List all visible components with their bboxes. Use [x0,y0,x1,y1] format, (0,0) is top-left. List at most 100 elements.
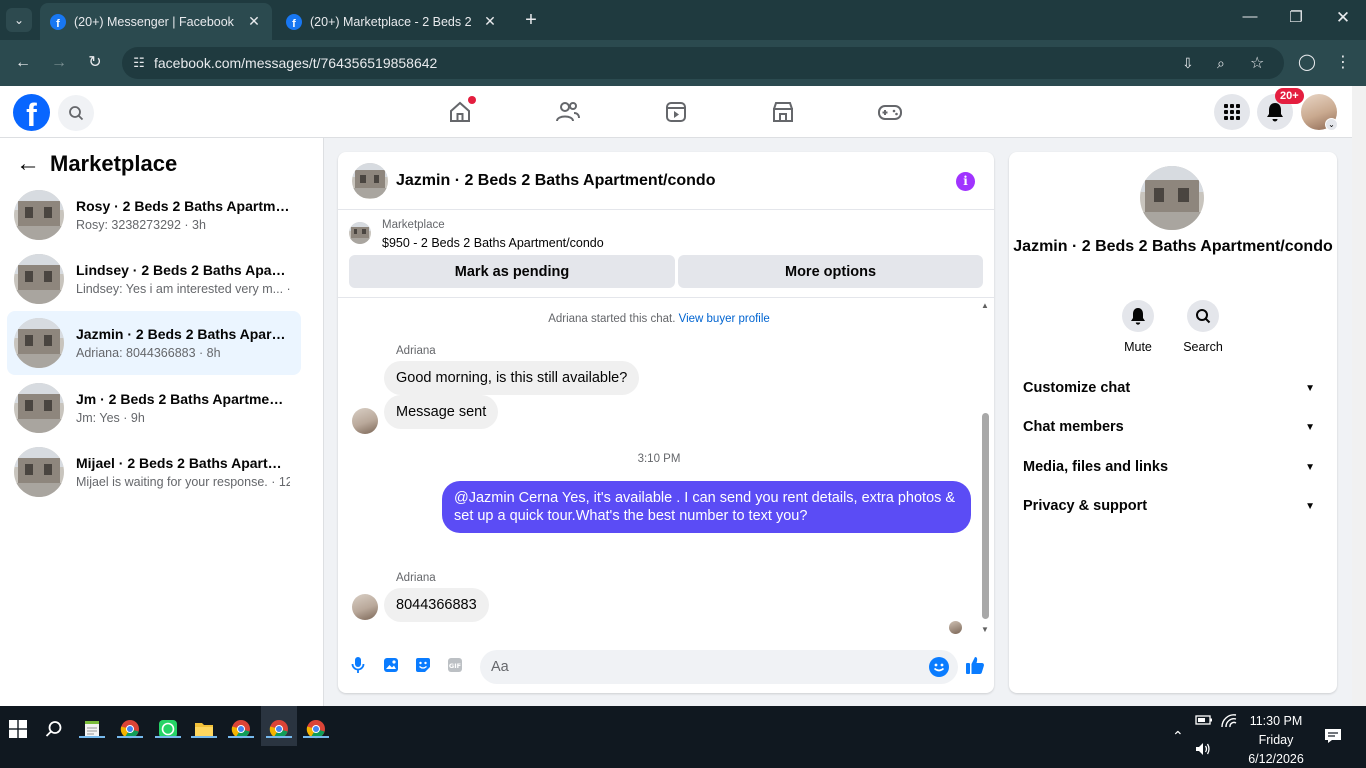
thumbs-up-icon[interactable] [964,654,986,676]
thread-scrollbar[interactable]: ▲ ▼ [978,299,992,637]
running-indicator [303,736,329,738]
action-center-icon[interactable] [1324,728,1342,768]
forward-arrow-icon[interactable]: → [48,52,70,74]
volume-icon[interactable] [1195,742,1211,768]
sender-avatar[interactable] [352,408,378,434]
file-explorer-app-icon[interactable] [191,716,217,742]
friends-icon[interactable] [554,98,582,126]
scrollbar-thumb[interactable] [982,413,989,619]
chrome-app-icon[interactable] [303,716,329,742]
new-tab-button[interactable]: + [520,9,542,31]
marketplace-listing-card: Marketplace $950 - 2 Beds 2 Baths Apartm… [338,210,994,298]
listing-thumbnail[interactable] [349,222,371,244]
details-listing-thumbnail[interactable] [1140,166,1204,230]
scroll-down-arrow-icon[interactable]: ▼ [981,625,989,634]
back-arrow-icon[interactable]: ← [12,52,34,74]
notifications-bell-icon[interactable]: 20+ [1257,88,1304,130]
message-thread[interactable]: Adriana started this chat. View buyer pr… [338,299,994,637]
sender-avatar[interactable] [352,594,378,620]
incoming-message[interactable]: Message sent [384,395,499,429]
running-indicator [266,736,292,738]
chevron-down-icon: ▼ [1305,461,1315,473]
sticker-icon[interactable] [413,655,433,675]
gif-icon[interactable]: GIF [445,655,465,675]
facebook-logo-icon[interactable]: f [13,94,50,131]
microphone-icon[interactable] [348,655,368,675]
customize-chat-section[interactable]: Customize chat ▼ [1023,376,1323,400]
conversation-item-rosy[interactable]: Rosy · 2 Beds 2 Baths Apartment/condo Ro… [7,183,301,247]
page-scrollbar[interactable] [1352,86,1366,706]
chat-members-section[interactable]: Chat members ▼ [1023,415,1323,439]
menu-grid-icon[interactable] [1214,94,1250,130]
conversation-preview: Mijael is waiting for your response. · 1… [76,475,290,489]
restore-icon[interactable]: ❐ [1284,8,1308,26]
video-icon[interactable] [662,98,690,126]
media-files-links-section[interactable]: Media, files and links ▼ [1023,455,1323,479]
account-chevron-down-icon[interactable]: ⌄ [1325,118,1338,131]
section-label: Privacy & support [1023,498,1148,514]
mark-as-pending-button[interactable]: Mark as pending [349,255,675,288]
incoming-message[interactable]: 8044366883 [384,588,489,622]
chat-title[interactable]: Jazmin · 2 Beds 2 Baths Apartment/condo [396,172,715,190]
bookmark-star-icon[interactable]: ☆ [1250,47,1264,79]
notepad-app-icon[interactable] [79,716,105,742]
reload-icon[interactable]: ↻ [84,52,106,74]
conversation-item-jazmin[interactable]: Jazmin · 2 Beds 2 Baths Apartment/condo … [7,311,301,375]
clock-date: 6/12/2026 [1248,752,1304,766]
chat-listing-thumbnail[interactable] [352,162,388,199]
chevron-down-icon: ▼ [1305,500,1315,512]
message-input[interactable] [480,650,958,684]
address-bar[interactable]: ☷ facebook.com/messages/t/76435651985864… [122,47,1284,79]
listing-price-title[interactable]: $950 - 2 Beds 2 Baths Apartment/condo [382,236,604,250]
info-icon[interactable]: i [956,172,975,191]
mute-button[interactable]: Mute [1108,300,1168,354]
more-options-button[interactable]: More options [678,255,983,288]
view-buyer-profile-link[interactable]: View buyer profile [679,313,770,325]
search-icon[interactable] [58,95,94,131]
minimize-icon[interactable]: — [1238,8,1262,25]
taskbar-search-icon[interactable] [41,716,67,742]
marketplace-icon[interactable] [769,98,797,126]
conversation-name: Jazmin · 2 Beds 2 Baths Apartment/condo [76,326,290,342]
privacy-support-section[interactable]: Privacy & support ▼ [1023,494,1323,518]
emoji-icon[interactable] [929,657,949,677]
chat-start-notice: Adriana started this chat. View buyer pr… [338,313,980,325]
browser-menu-icon[interactable]: ⋮ [1332,52,1354,72]
close-window-icon[interactable]: ✕ [1331,8,1355,28]
notification-count-badge: 20+ [1275,88,1304,104]
zoom-icon[interactable]: ⌕ [1217,47,1225,79]
close-tab-icon[interactable]: ✕ [482,13,498,30]
whatsapp-app-icon[interactable] [155,716,181,742]
tab-messenger[interactable]: f (20+) Messenger | Facebook ✕ [40,3,272,40]
clock-time: 11:30 PM [1249,714,1303,728]
tab-marketplace[interactable]: f (20+) Marketplace - 2 Beds 2 Baths Apa… [276,3,508,40]
conversation-item-jm[interactable]: Jm · 2 Beds 2 Baths Apartment/condo Jm: … [7,376,301,440]
taskbar-clock[interactable]: 11:30 PM Friday 6/12/2026 [1238,712,1314,768]
marketplace-sidebar: ← Marketplace Rosy · 2 Beds 2 Baths Apar… [0,138,324,706]
gaming-icon[interactable] [876,98,904,126]
tray-overflow-chevron-icon[interactable]: ⌃ [1172,728,1184,768]
outgoing-message[interactable]: @Jazmin Cerna Yes, it's available . I ca… [442,481,971,533]
running-indicator [117,736,143,738]
install-app-icon[interactable]: ⇩ [1182,47,1194,79]
search-in-chat-button[interactable]: Search [1173,300,1233,354]
tab-search-button[interactable]: ⌄ [6,8,32,32]
profile-icon[interactable]: ◯ [1296,52,1318,72]
close-tab-icon[interactable]: ✕ [246,13,262,30]
site-info-icon[interactable]: ☷ [124,55,154,71]
photo-icon[interactable] [381,655,401,675]
chrome-app-icon[interactable] [117,716,143,742]
windows-start-icon[interactable] [5,716,31,742]
chrome-app-icon[interactable] [266,716,292,742]
chrome-app-icon[interactable] [228,716,254,742]
wifi-icon[interactable] [1221,714,1237,768]
incoming-message[interactable]: Good morning, is this still available? [384,361,640,395]
running-indicator [79,736,105,738]
sender-name: Adriana [396,345,436,357]
back-arrow-icon[interactable]: ← [16,150,42,178]
scroll-up-arrow-icon[interactable]: ▲ [981,301,989,310]
home-icon[interactable] [446,96,476,126]
running-indicator [191,736,217,738]
conversation-item-mijael[interactable]: Mijael · 2 Beds 2 Baths Apartment/condo … [7,440,301,504]
conversation-item-lindsey[interactable]: Lindsey · 2 Beds 2 Baths Apartment/condo… [7,247,301,311]
